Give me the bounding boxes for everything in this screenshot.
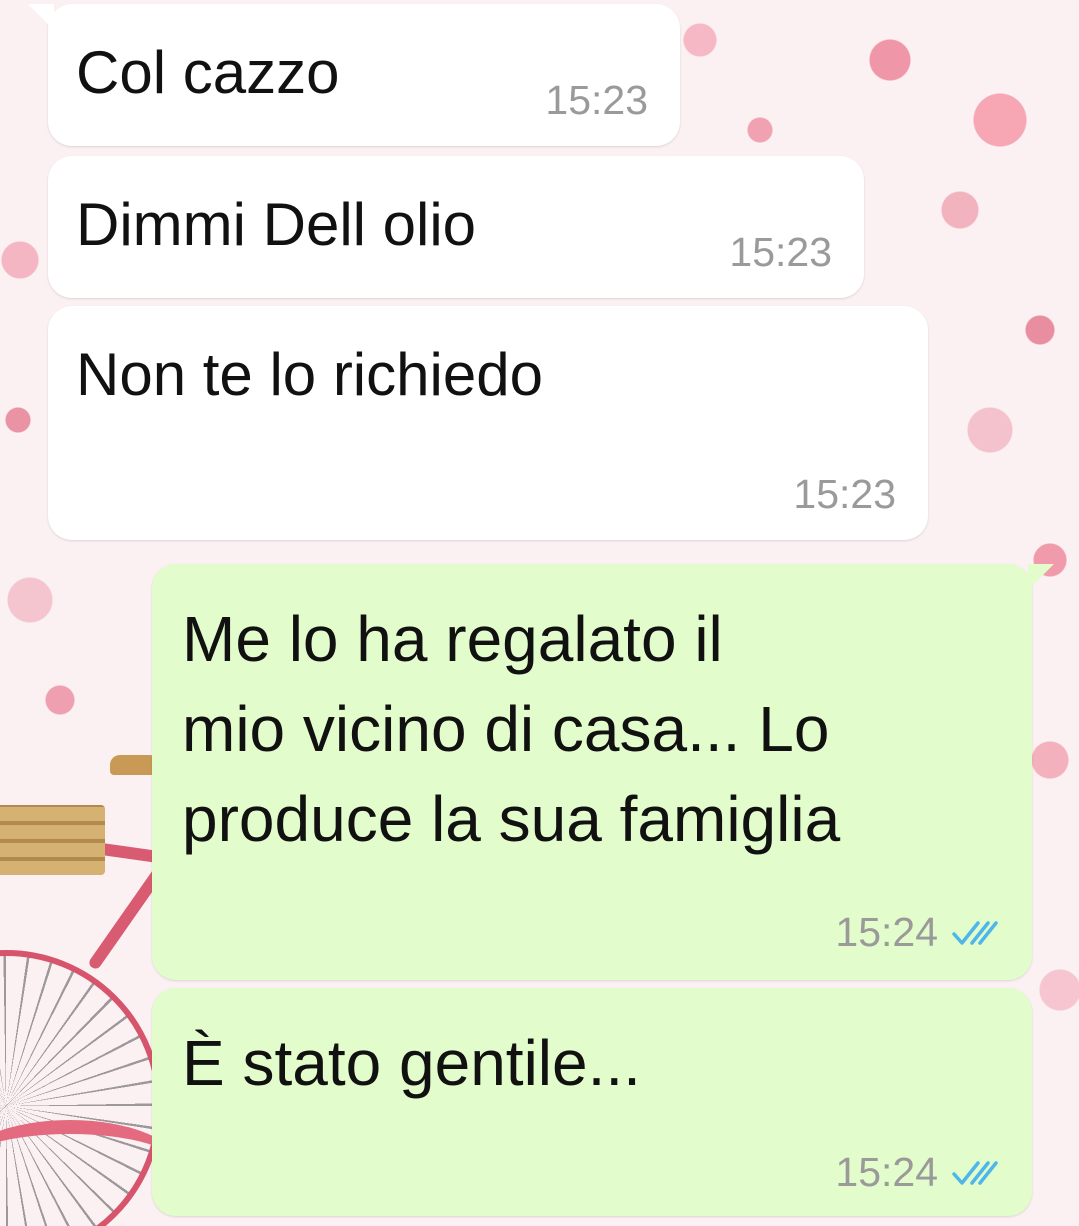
message-text: Dimmi Dell olio [76,191,477,258]
double-check-read-icon [952,920,998,945]
message-meta: 15:24 [835,1149,1000,1196]
double-check-read-icon [952,1160,998,1185]
message-text: Non te lo richiedo [76,341,543,408]
message-meta: 15:23 [729,229,832,276]
incoming-message-bubble[interactable]: Dimmi Dell olio 15:23 [48,156,864,298]
bubble-tail [1028,564,1054,590]
message-text: È stato gentile... [182,1027,641,1099]
message-text: Col cazzo [76,39,340,106]
message-text: Me lo ha regalato il mio vicino di casa.… [182,603,841,855]
message-timestamp: 15:23 [729,229,832,275]
incoming-message-bubble[interactable]: Non te lo richiedo 15:23 [48,306,928,540]
message-timestamp: 15:23 [793,471,896,517]
bicycle-basket-illustration [0,805,105,875]
outgoing-message-bubble[interactable]: È stato gentile... 15:24 [152,988,1032,1216]
outgoing-message-bubble[interactable]: Me lo ha regalato il mio vicino di casa.… [152,564,1054,980]
message-timestamp: 15:23 [545,77,648,123]
message-timestamp: 15:24 [835,1149,938,1195]
bubble-tail [28,4,54,30]
incoming-message-bubble[interactable]: Col cazzo 15:23 [28,4,680,146]
message-meta: 15:23 [545,77,648,124]
message-timestamp: 15:24 [835,909,938,955]
message-meta: 15:24 [835,909,1000,956]
message-meta: 15:23 [793,471,896,518]
